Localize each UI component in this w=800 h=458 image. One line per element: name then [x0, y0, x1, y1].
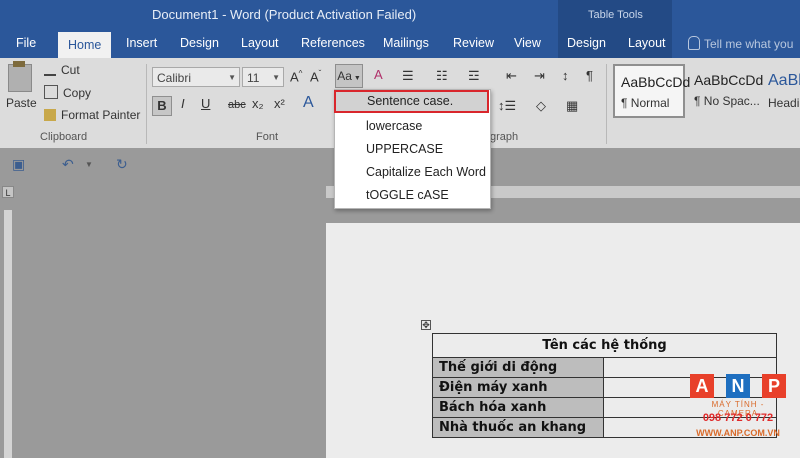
shading-icon[interactable]: ◇	[536, 98, 546, 114]
tab-view[interactable]: View	[514, 36, 541, 50]
paste-button[interactable]: Paste	[6, 96, 37, 110]
tab-review[interactable]: Review	[453, 36, 494, 50]
scissors-icon	[44, 62, 56, 76]
style-no-spacing[interactable]: AaBbCcDd ¶ No Spac...	[688, 64, 764, 118]
bold-button[interactable]: B	[152, 96, 172, 116]
table-cell[interactable]: Nhà thuốc an khang	[432, 417, 604, 438]
style-sample: AaBbC	[768, 72, 800, 89]
tell-me-box[interactable]: Tell me what you	[688, 36, 793, 51]
table-cell[interactable]: Điện máy xanh	[432, 377, 604, 398]
tab-file[interactable]: File	[16, 36, 36, 50]
menu-item-label: UPPERCASE	[366, 142, 444, 156]
chevron-down-icon: ▼	[228, 73, 236, 82]
style-heading[interactable]: AaBbC Headi	[762, 64, 800, 118]
lightbulb-icon	[688, 36, 700, 50]
copy-label: Copy	[63, 86, 92, 100]
watermark-letter: P	[762, 374, 786, 398]
font-size-field[interactable]: 11 ▼	[242, 67, 284, 87]
increase-indent-icon[interactable]: ⇥	[534, 68, 545, 84]
line-spacing-icon[interactable]: ↕☰	[498, 98, 516, 114]
divider	[146, 64, 147, 144]
tab-table-design[interactable]: Design	[567, 36, 606, 50]
table-tools-header: Table Tools	[558, 0, 672, 32]
font-name-value: Calibri	[157, 71, 192, 85]
menu-item-label: tOGGLE cASE	[366, 188, 449, 202]
save-icon[interactable]: ▣	[12, 156, 25, 173]
clipboard-group-label: Clipboard	[40, 131, 88, 143]
style-normal[interactable]: AaBbCcDd ¶ Normal	[613, 64, 691, 118]
borders-icon[interactable]: ▦	[566, 98, 578, 114]
table-header-cell[interactable]: Tên các hệ thống	[432, 333, 777, 358]
format-painter-button[interactable]: Format Painter	[44, 108, 140, 122]
tab-home[interactable]: Home	[58, 32, 112, 58]
menu-item-capitalize-each-word[interactable]: Capitalize Each Word	[335, 161, 490, 183]
tab-insert[interactable]: Insert	[126, 36, 157, 50]
text-effects-icon[interactable]: A	[303, 94, 314, 112]
table-cell[interactable]: Thế giới di động	[432, 357, 604, 378]
change-case-label: Aa	[337, 69, 352, 83]
tab-selector[interactable]: L	[2, 186, 14, 198]
watermark-letter: A	[690, 374, 714, 398]
tell-me-text: Tell me what you	[704, 37, 794, 51]
tab-design[interactable]: Design	[180, 36, 219, 50]
menu-item-uppercase[interactable]: UPPERCASE	[335, 138, 490, 160]
style-name: ¶ No Spac...	[694, 94, 760, 108]
cut-label: Cut	[61, 63, 80, 77]
bullets-icon[interactable]: ☰	[402, 68, 414, 84]
show-marks-icon[interactable]: ¶	[586, 68, 593, 83]
window-title: Document1 - Word (Product Activation Fai…	[152, 7, 417, 22]
font-group-label: Font	[256, 131, 279, 143]
menu-item-label: lowercase	[366, 119, 423, 133]
italic-button[interactable]: I	[181, 96, 185, 111]
brush-icon	[44, 109, 56, 121]
grow-font-button[interactable]: A^	[290, 69, 302, 84]
vertical-ruler[interactable]	[4, 210, 12, 458]
font-name-field[interactable]: Calibri ▼	[152, 67, 240, 87]
paste-icon[interactable]	[8, 61, 32, 92]
style-name: ¶ Normal	[621, 96, 670, 110]
watermark-site: WWW.ANP.COM.VN	[696, 428, 780, 438]
change-case-button[interactable]: Aa ▼	[335, 64, 363, 88]
font-size-value: 11	[247, 71, 260, 85]
table-tools-label: Table Tools	[588, 9, 643, 21]
multilevel-list-icon[interactable]: ☲	[468, 68, 480, 84]
style-sample: AaBbCcDd	[621, 74, 691, 90]
menu-item-label: Sentence case.	[367, 94, 454, 108]
paragraph-group-label: graph	[490, 131, 519, 143]
cut-button[interactable]: Cut	[44, 62, 80, 77]
tab-table-layout[interactable]: Layout	[628, 36, 666, 50]
tab-layout[interactable]: Layout	[241, 36, 279, 50]
clear-formatting-icon[interactable]: A	[374, 67, 383, 82]
format-painter-label: Format Painter	[61, 108, 141, 122]
copy-button[interactable]: Copy	[44, 85, 91, 100]
table-cell[interactable]: Bách hóa xanh	[432, 397, 604, 418]
menu-item-lowercase[interactable]: lowercase	[335, 115, 490, 137]
watermark-letter: N	[726, 374, 750, 398]
sort-icon[interactable]: ↕	[562, 68, 569, 83]
tab-references[interactable]: References	[301, 36, 365, 50]
strikethrough-button[interactable]: abc	[228, 99, 246, 111]
divider	[606, 64, 607, 144]
tab-mailings[interactable]: Mailings	[383, 36, 429, 50]
undo-icon[interactable]: ↶	[62, 156, 74, 173]
shrink-font-button[interactable]: Aˇ	[310, 69, 321, 84]
watermark-phone: 098 772 0 772	[702, 412, 774, 424]
superscript-button[interactable]: x²	[274, 96, 285, 111]
menu-item-sentence-case[interactable]: Sentence case.	[334, 90, 489, 113]
copy-icon	[44, 85, 58, 99]
decrease-indent-icon[interactable]: ⇤	[506, 68, 517, 84]
subscript-button[interactable]: x₂	[252, 96, 264, 111]
style-name: Headi	[768, 96, 800, 110]
menu-item-label: Capitalize Each Word	[366, 165, 486, 179]
underline-button[interactable]: U	[201, 96, 210, 111]
change-case-menu: Sentence case. lowercase UPPERCASE Capit…	[334, 89, 491, 209]
redo-icon[interactable]: ↻	[116, 156, 128, 173]
numbering-icon[interactable]: ☷	[436, 68, 448, 84]
menu-item-toggle-case[interactable]: tOGGLE cASE	[335, 184, 490, 206]
style-sample: AaBbCcDd	[694, 72, 764, 88]
chevron-down-icon: ▼	[272, 73, 280, 82]
anp-watermark: A N P MÁY TÍNH - CAMERA 098 772 0 772 WW…	[690, 374, 786, 446]
chevron-down-icon[interactable]: ▼	[85, 160, 93, 169]
table-move-handle-icon[interactable]: ✥	[421, 320, 431, 330]
